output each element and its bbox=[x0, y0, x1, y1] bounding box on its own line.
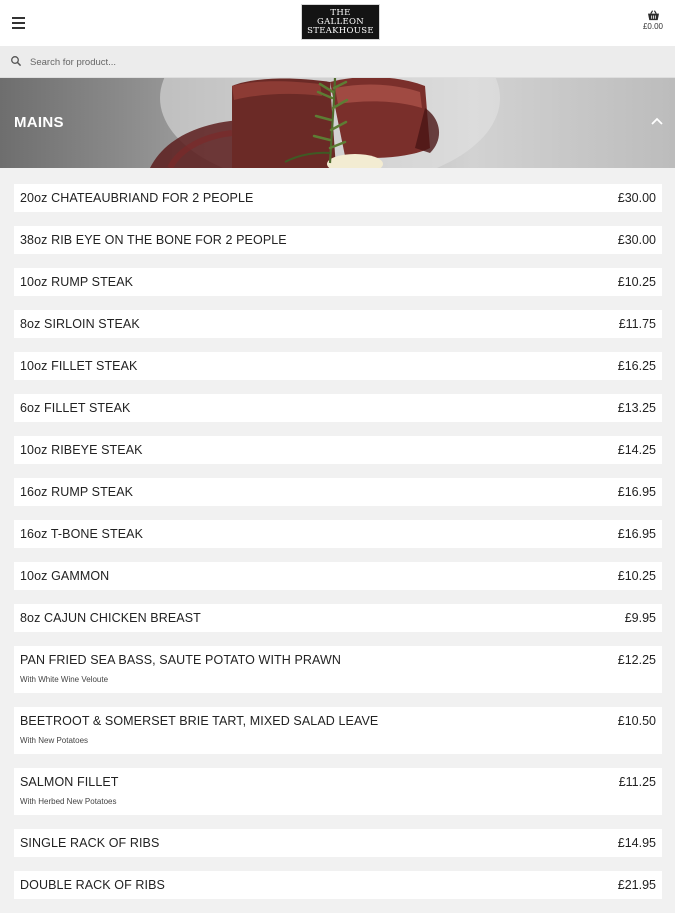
item-name: 10oz GAMMON bbox=[20, 569, 110, 583]
menu-item[interactable]: 8oz SIRLOIN STEAK £11.75 bbox=[14, 310, 662, 338]
menu-item[interactable]: 6oz FILLET STEAK £13.25 bbox=[14, 394, 662, 422]
item-name: 10oz FILLET STEAK bbox=[20, 359, 138, 373]
item-name: BEETROOT & SOMERSET BRIE TART, MIXED SAL… bbox=[20, 714, 379, 728]
menu-item[interactable]: 8oz CAJUN CHICKEN BREAST £9.95 bbox=[14, 604, 662, 632]
item-price: £30.00 bbox=[617, 191, 656, 205]
menu-item[interactable]: 10oz RUMP STEAK £10.25 bbox=[14, 268, 662, 296]
search-icon bbox=[11, 56, 22, 67]
search-input[interactable] bbox=[28, 51, 652, 73]
menu-item[interactable]: 10oz FILLET STEAK £16.25 bbox=[14, 352, 662, 380]
item-name: DOUBLE RACK OF RIBS bbox=[20, 878, 165, 892]
item-description: With New Potatoes bbox=[20, 736, 89, 745]
menu-item[interactable]: BEETROOT & SOMERSET BRIE TART, MIXED SAL… bbox=[14, 707, 662, 754]
item-price: £16.95 bbox=[617, 485, 656, 499]
cart-button[interactable]: £0.00 bbox=[639, 10, 667, 38]
logo-line-3: STEAKHOUSE bbox=[307, 25, 374, 36]
menu-item-list: 20oz CHATEAUBRIAND FOR 2 PEOPLE £30.00 3… bbox=[14, 184, 662, 913]
hamburger-menu-icon[interactable] bbox=[8, 12, 30, 34]
item-price: £16.95 bbox=[617, 527, 656, 541]
item-price: £13.25 bbox=[617, 401, 656, 415]
item-name: 10oz RUMP STEAK bbox=[20, 275, 134, 289]
item-name: 8oz SIRLOIN STEAK bbox=[20, 317, 140, 331]
menu-item[interactable]: 20oz CHATEAUBRIAND FOR 2 PEOPLE £30.00 bbox=[14, 184, 662, 212]
menu-item[interactable]: PAN FRIED SEA BASS, SAUTE POTATO WITH PR… bbox=[14, 646, 662, 693]
menu-item[interactable]: DOUBLE RACK OF RIBS £21.95 bbox=[14, 871, 662, 899]
item-name: 38oz RIB EYE ON THE BONE FOR 2 PEOPLE bbox=[20, 233, 287, 247]
menu-item[interactable]: SALMON FILLET With Herbed New Potatoes £… bbox=[14, 768, 662, 815]
item-name: 8oz CAJUN CHICKEN BREAST bbox=[20, 611, 201, 625]
item-price: £9.95 bbox=[624, 611, 656, 625]
item-name: 16oz RUMP STEAK bbox=[20, 485, 134, 499]
item-price: £21.95 bbox=[617, 878, 656, 892]
top-bar: THE GALLEON STEAKHOUSE £0.00 bbox=[0, 0, 675, 46]
item-price: £10.25 bbox=[617, 569, 656, 583]
item-price: £12.25 bbox=[617, 653, 656, 667]
item-price: £16.25 bbox=[617, 359, 656, 373]
item-name: 6oz FILLET STEAK bbox=[20, 401, 131, 415]
item-name: 20oz CHATEAUBRIAND FOR 2 PEOPLE bbox=[20, 191, 254, 205]
item-description: With White Wine Veloute bbox=[20, 675, 109, 684]
item-name: 10oz RIBEYE STEAK bbox=[20, 443, 143, 457]
menu-item[interactable]: 10oz RIBEYE STEAK £14.25 bbox=[14, 436, 662, 464]
menu-item[interactable]: 16oz RUMP STEAK £16.95 bbox=[14, 478, 662, 506]
item-description: With Herbed New Potatoes bbox=[20, 797, 117, 806]
item-price: £10.25 bbox=[617, 275, 656, 289]
category-banner[interactable]: MAINS bbox=[0, 78, 675, 168]
item-price: £11.25 bbox=[618, 775, 656, 789]
shopping-basket-icon bbox=[647, 10, 659, 21]
restaurant-logo[interactable]: THE GALLEON STEAKHOUSE bbox=[301, 4, 380, 40]
item-name: PAN FRIED SEA BASS, SAUTE POTATO WITH PR… bbox=[20, 653, 342, 667]
item-price: £30.00 bbox=[617, 233, 656, 247]
chevron-up-icon[interactable] bbox=[650, 116, 664, 126]
item-price: £14.95 bbox=[617, 836, 656, 850]
item-name: SALMON FILLET bbox=[20, 775, 119, 789]
category-title: MAINS bbox=[14, 114, 64, 131]
menu-item[interactable]: SINGLE RACK OF RIBS £14.95 bbox=[14, 829, 662, 857]
item-name: 16oz T-BONE STEAK bbox=[20, 527, 144, 541]
menu-item[interactable]: 10oz GAMMON £10.25 bbox=[14, 562, 662, 590]
item-price: £10.50 bbox=[617, 714, 656, 728]
cart-total: £0.00 bbox=[642, 22, 664, 31]
search-bar bbox=[0, 46, 675, 78]
menu-item[interactable]: 16oz T-BONE STEAK £16.95 bbox=[14, 520, 662, 548]
steak-image bbox=[150, 78, 500, 168]
menu-item[interactable]: 38oz RIB EYE ON THE BONE FOR 2 PEOPLE £3… bbox=[14, 226, 662, 254]
item-name: SINGLE RACK OF RIBS bbox=[20, 836, 160, 850]
item-price: £14.25 bbox=[617, 443, 656, 457]
item-price: £11.75 bbox=[618, 317, 656, 331]
